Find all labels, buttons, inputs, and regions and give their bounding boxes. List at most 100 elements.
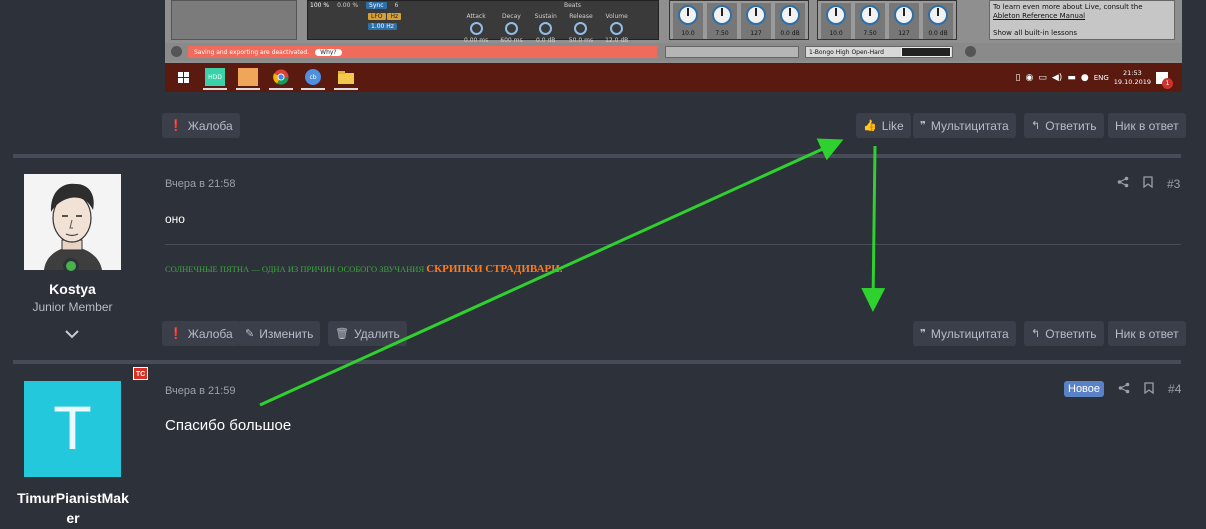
post-divider <box>13 154 1181 158</box>
knob-8: 0.0 dB <box>923 3 953 39</box>
quote-icon: ❞ <box>920 120 926 132</box>
lfo-toggle: LFO <box>368 13 386 20</box>
device-percent-2: 0.00 % <box>337 2 359 9</box>
pencil-icon: ✎ <box>245 328 255 340</box>
sync-chip: Sync <box>366 2 387 9</box>
post-number[interactable]: #3 <box>1167 177 1180 191</box>
knob-5: 10.0 <box>821 3 851 39</box>
status-mini-display <box>901 47 951 57</box>
post-timestamp[interactable]: Вчера в 21:59 <box>165 385 236 397</box>
delete-button[interactable]: 🗑 Удалить <box>328 321 407 346</box>
arrow-down <box>861 145 886 312</box>
post-header-icons: #3 <box>1117 176 1180 191</box>
knob-3: 127 <box>741 3 771 39</box>
signature-separator <box>165 244 1181 245</box>
hz-chip: Hz <box>387 13 402 20</box>
env-release: Release 50.0 ms <box>568 13 594 44</box>
ableton-browser-panel <box>171 0 297 40</box>
quote-icon: ❞ <box>920 328 926 340</box>
ableton-device-panel: 100 % 0.00 % Sync 6 LFO Hz 1.00 Hz Beats… <box>307 0 659 44</box>
ableton-status-bar: Saving and exporting are deactivated. Wh… <box>165 43 1182 61</box>
avatar[interactable]: T <box>24 381 121 477</box>
status-right-icon <box>965 46 976 57</box>
like-button[interactable]: 👍 Like <box>856 113 911 138</box>
knob-1: 10.0 <box>673 3 703 39</box>
share-icon[interactable] <box>1118 382 1130 397</box>
username[interactable]: TimurPianistMak er <box>8 488 138 528</box>
ableton-help-panel: To learn even more about Live, consult t… <box>989 0 1175 40</box>
device-num: 6 <box>394 2 399 9</box>
file-explorer-icon <box>334 68 358 90</box>
signature: СОЛНЕЧНЫЕ ПЯТНА — ОДНА ИЗ ПРИЧИН ОСОБОГО… <box>165 263 563 275</box>
post-body: Спасибо большое <box>165 417 292 434</box>
report-button[interactable]: ❗ Жалоба <box>162 113 240 138</box>
taskbar-clock: 21:53 19.10.2019 <box>1113 68 1151 86</box>
status-left-icon <box>171 46 182 57</box>
report-button[interactable]: ❗ Жалоба <box>162 321 240 346</box>
post-timestamp[interactable]: Вчера в 21:58 <box>165 178 236 190</box>
knob-group-1: 10.0 7.50 127 0.0 dB <box>669 0 809 40</box>
embedded-screenshot: 100 % 0.00 % Sync 6 LFO Hz 1.00 Hz Beats… <box>165 0 1182 92</box>
post-number[interactable]: #4 <box>1168 382 1181 396</box>
chrome-icon <box>269 68 293 90</box>
windows-start-icon <box>173 68 193 86</box>
taskbar-app-4-icon: cb <box>301 68 325 90</box>
knob-7: 127 <box>889 3 919 39</box>
speaker-icon: ◀) <box>1051 72 1063 83</box>
knob-6: 7.50 <box>855 3 885 39</box>
multiquote-button[interactable]: ❞ Мультицитата <box>913 321 1016 346</box>
reply-button[interactable]: ↰ Ответить <box>1024 321 1104 346</box>
tray-icon-6: ● <box>1080 72 1089 83</box>
share-icon[interactable] <box>1117 176 1129 191</box>
rate-value: 1.00 Hz <box>368 23 397 30</box>
bookmark-icon[interactable] <box>1144 381 1154 397</box>
avatar-initial: T <box>54 395 91 463</box>
env-volume: Volume 12.0 dB <box>605 13 629 44</box>
network-icon: ▬ <box>1067 72 1076 83</box>
reply-button[interactable]: ↰ Ответить <box>1024 113 1104 138</box>
status-progress <box>665 46 799 58</box>
signature-text-2: СКРИПКИ СТРАДИВАРИ. <box>426 263 563 275</box>
chevron-down-icon[interactable] <box>64 326 80 342</box>
knob-group-2: 10.0 7.50 127 0.0 dB <box>817 0 957 40</box>
device-percent-1: 100 % <box>310 2 330 9</box>
edit-button[interactable]: ✎ Изменить <box>238 321 321 346</box>
env-decay: Decay 600 ms <box>500 13 523 44</box>
trash-icon: 🗑 <box>335 328 349 340</box>
multiquote-button[interactable]: ❞ Мультицитата <box>913 113 1016 138</box>
taskbar-app-2-icon <box>236 68 260 90</box>
knob-4: 0.0 dB <box>775 3 805 39</box>
new-badge: Новое <box>1064 381 1105 397</box>
language-indicator: ENG <box>1093 73 1109 82</box>
notification-icon: 1 <box>1156 71 1173 89</box>
bookmark-icon[interactable] <box>1143 176 1153 191</box>
info-icon: ❗ <box>169 328 183 340</box>
online-status-indicator <box>63 258 79 274</box>
post-divider <box>13 360 1181 364</box>
beats-label: Beats <box>564 2 581 9</box>
envelope-controls: Attack 0.00 ms Decay 600 ms Sustain 0.0 dB … <box>464 13 628 44</box>
nick-reply-button[interactable]: Ник в ответ <box>1108 113 1186 138</box>
tray-icon-2: ◉ <box>1025 72 1034 83</box>
user-badge: TC <box>133 367 148 380</box>
nick-reply-button[interactable]: Ник в ответ <box>1108 321 1186 346</box>
post-header-icons: Новое #4 <box>1064 381 1181 397</box>
why-button: Why? <box>315 48 342 56</box>
signature-text-1: СОЛНЕЧНЫЕ ПЯТНА — ОДНА ИЗ ПРИЧИН ОСОБОГО… <box>165 264 425 274</box>
env-attack: Attack 0.00 ms <box>464 13 489 44</box>
thumbs-up-icon: 👍 <box>863 120 877 132</box>
env-sustain: Sustain 0.0 dB <box>534 13 557 44</box>
post-body: оно <box>165 212 185 226</box>
tray-icon-3: ▭ <box>1038 72 1047 83</box>
windows-taskbar: HDD cb ▯ ◉ ▭ ◀) ▬ ● ENG 21:53 19.10.2019… <box>165 63 1182 92</box>
user-title: Junior Member <box>32 300 113 314</box>
username[interactable]: Kostya <box>24 281 121 297</box>
reply-icon: ↰ <box>1031 120 1041 132</box>
status-message: Saving and exporting are deactivated. Wh… <box>188 46 657 58</box>
taskbar-app-1-icon: HDD <box>203 68 227 90</box>
avatar[interactable] <box>24 174 121 270</box>
reference-manual-link: Ableton Reference Manual <box>993 12 1086 20</box>
reply-icon: ↰ <box>1031 328 1041 340</box>
tray-icon-1: ▯ <box>1015 72 1021 83</box>
knob-2: 7.50 <box>707 3 737 39</box>
